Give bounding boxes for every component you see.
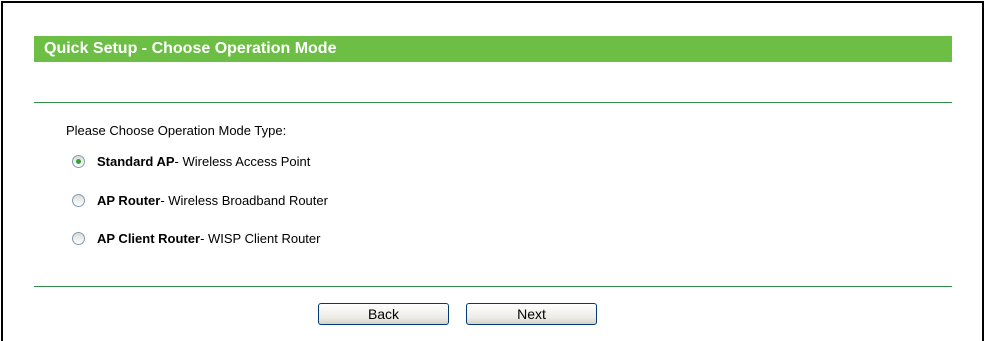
divider-bottom [34,286,952,287]
option-ap-router[interactable]: AP Router - Wireless Broadband Router [72,191,328,209]
option-ap-router-name: AP Router [97,192,161,208]
radio-ap-router[interactable] [72,193,85,207]
radio-standard-ap[interactable] [72,154,85,168]
back-button[interactable]: Back [318,303,449,325]
option-ap-client-router[interactable]: AP Client Router - WISP Client Router [72,229,320,247]
option-ap-client-router-description: - WISP Client Router [200,230,321,246]
divider-top [34,102,952,103]
radio-ap-client-router[interactable] [72,231,85,245]
option-standard-ap-description: - Wireless Access Point [174,153,311,169]
option-standard-ap-name: Standard AP [97,153,175,169]
next-button[interactable]: Next [466,303,597,325]
page-title-bar: Quick Setup - Choose Operation Mode [34,36,952,62]
operation-mode-prompt: Please Choose Operation Mode Type: [66,123,287,138]
option-standard-ap[interactable]: Standard AP - Wireless Access Point [72,152,310,170]
page-title: Quick Setup - Choose Operation Mode [44,40,337,57]
option-ap-client-router-name: AP Client Router [97,230,201,246]
option-ap-router-description: - Wireless Broadband Router [160,192,328,208]
